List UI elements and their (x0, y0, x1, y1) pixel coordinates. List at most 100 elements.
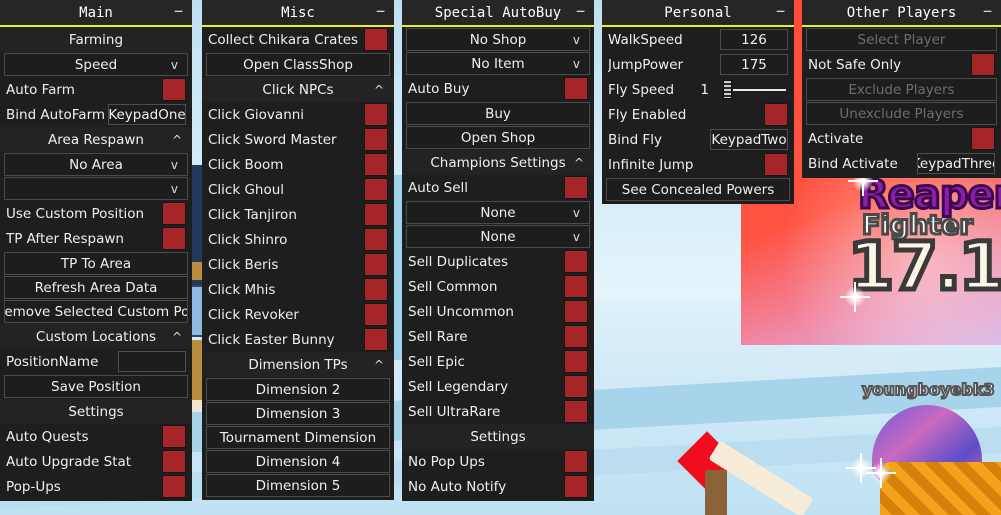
toggle-row-click-revoker[interactable]: Click Revoker (202, 302, 394, 327)
chevron-down-icon[interactable]: v (171, 182, 178, 196)
toggle-switch-click-boom[interactable] (364, 153, 388, 176)
toggle-switch-click-sword-master[interactable] (364, 128, 388, 151)
section-header-click-npcs[interactable]: Click NPCs ^ (202, 77, 394, 102)
toggle-row-sell-legendary[interactable]: Sell Legendary (402, 374, 594, 399)
toggle-row-fly-enabled[interactable]: Fly Enabled (602, 102, 794, 127)
input-row-jumppower[interactable]: JumpPower 175 (602, 52, 794, 77)
chevron-up-icon[interactable]: ^ (172, 133, 182, 147)
toggle-row-click-mhis[interactable]: Click Mhis (202, 277, 394, 302)
toggle-switch-sell-legendary[interactable] (564, 375, 588, 398)
input-row-walkspeed[interactable]: WalkSpeed 126 (602, 27, 794, 52)
toggle-row-sell-common[interactable]: Sell Common (402, 274, 594, 299)
input-row-positionname[interactable]: PositionName (0, 349, 192, 374)
minimize-icon[interactable]: − (376, 2, 385, 20)
chevron-down-icon[interactable]: v (573, 206, 580, 220)
button-buy[interactable]: Buy (406, 102, 590, 125)
toggle-switch-click-giovanni[interactable] (364, 103, 388, 126)
button-save-position[interactable]: Save Position (4, 375, 188, 398)
toggle-row-click-beris[interactable]: Click Beris (202, 252, 394, 277)
toggle-row-tp-after-respawn[interactable]: TP After Respawn (0, 226, 192, 251)
toggle-switch-tp-after-respawn[interactable] (162, 227, 186, 250)
section-header-custom-locations[interactable]: Custom Locations ^ (0, 324, 192, 349)
toggle-switch-auto-farm[interactable] (162, 78, 186, 101)
toggle-row-click-sword-master[interactable]: Click Sword Master (202, 127, 394, 152)
toggle-row-click-tanjiron[interactable]: Click Tanjiron (202, 202, 394, 227)
chevron-up-icon[interactable]: ^ (374, 83, 384, 97)
toggle-switch-click-shinro[interactable] (364, 228, 388, 251)
text-input-walkspeed[interactable]: 126 (720, 29, 788, 50)
toggle-row-sell-duplicates[interactable]: Sell Duplicates (402, 249, 594, 274)
toggle-row-sell-rare[interactable]: Sell Rare (402, 324, 594, 349)
toggle-switch-sell-common[interactable] (564, 275, 588, 298)
toggle-row-auto-buy[interactable]: Auto Buy (402, 76, 594, 101)
toggle-row-sell-epic[interactable]: Sell Epic (402, 349, 594, 374)
button-refresh-area-data[interactable]: Refresh Area Data (4, 276, 188, 299)
chevron-down-icon[interactable]: v (171, 158, 178, 172)
toggle-switch-use-custom-position[interactable] (162, 202, 186, 225)
button-tp-to-area[interactable]: TP To Area (4, 252, 188, 275)
toggle-switch-sell-rare[interactable] (564, 325, 588, 348)
toggle-row-auto-sell[interactable]: Auto Sell (402, 175, 594, 200)
toggle-switch-auto-sell[interactable] (564, 176, 588, 199)
button-unexclude-players[interactable]: Unexclude Players (806, 102, 997, 125)
toggle-switch-click-ghoul[interactable] (364, 178, 388, 201)
chevron-down-icon[interactable]: v (573, 33, 580, 47)
section-header-settings[interactable]: Settings (0, 399, 192, 424)
toggle-row-click-ghoul[interactable]: Click Ghoul (202, 177, 394, 202)
panel-titlebar-misc[interactable]: Misc − (202, 0, 394, 27)
toggle-row-sell-ultrarare[interactable]: Sell UltraRare (402, 399, 594, 424)
toggle-row-not-safe-only[interactable]: Not Safe Only (802, 52, 1001, 77)
keybind-value-bind-autofarm[interactable]: KeypadOne (108, 104, 186, 125)
button-select-player[interactable]: Select Player (806, 28, 997, 51)
toggle-row-use-custom-position[interactable]: Use Custom Position (0, 201, 192, 226)
section-header-champions-settings[interactable]: Champions Settings ^ (402, 150, 594, 175)
toggle-row-auto-quests[interactable]: Auto Quests (0, 424, 192, 449)
chevron-up-icon[interactable]: ^ (574, 156, 584, 170)
chevron-down-icon[interactable]: v (573, 230, 580, 244)
chevron-down-icon[interactable]: v (171, 58, 178, 72)
button-see-concealed-powers[interactable]: See Concealed Powers (606, 178, 790, 201)
toggle-switch-pop-ups[interactable] (162, 475, 186, 498)
button-dimension-5[interactable]: Dimension 5 (206, 474, 390, 497)
toggle-switch-auto-buy[interactable] (564, 77, 588, 100)
chevron-down-icon[interactable]: v (573, 57, 580, 71)
dropdown-none[interactable]: None v (406, 201, 590, 224)
toggle-switch-click-tanjiron[interactable] (364, 203, 388, 226)
toggle-row-click-boom[interactable]: Click Boom (202, 152, 394, 177)
minimize-icon[interactable]: − (174, 2, 183, 20)
button-dimension-2[interactable]: Dimension 2 (206, 378, 390, 401)
chevron-up-icon[interactable]: ^ (172, 330, 182, 344)
dropdown-speed[interactable]: Speed v (4, 53, 188, 76)
section-header-area-respawn[interactable]: Area Respawn ^ (0, 127, 192, 152)
dropdown-item[interactable]: v (4, 177, 188, 200)
toggle-switch-collect-chikara-crates[interactable] (364, 28, 388, 51)
toggle-switch-no-auto-notify[interactable] (564, 475, 588, 498)
toggle-switch-not-safe-only[interactable] (971, 53, 995, 76)
toggle-switch-auto-upgrade-stat[interactable] (162, 450, 186, 473)
toggle-switch-click-revoker[interactable] (364, 303, 388, 326)
slider-control-fly-speed[interactable] (721, 79, 788, 100)
keybind-value-bind-activate[interactable]: KeypadThree (917, 153, 995, 174)
toggle-switch-auto-quests[interactable] (162, 425, 186, 448)
dropdown-no-item[interactable]: No Item v (406, 52, 590, 75)
section-header-dimension-tps[interactable]: Dimension TPs ^ (202, 352, 394, 377)
keybind-row-bind-activate[interactable]: Bind Activate KeypadThree (802, 151, 1001, 176)
button-dimension-3[interactable]: Dimension 3 (206, 402, 390, 425)
keybind-value-bind-fly[interactable]: KeypadTwo (710, 129, 788, 150)
button-open-classshop[interactable]: Open ClassShop (206, 53, 390, 76)
section-header-settings[interactable]: Settings (402, 424, 594, 449)
dropdown-none[interactable]: None v (406, 225, 590, 248)
minimize-icon[interactable]: − (983, 2, 992, 20)
minimize-icon[interactable]: − (776, 2, 785, 20)
minimize-icon[interactable]: − (576, 2, 585, 20)
chevron-up-icon[interactable]: ^ (374, 358, 384, 372)
toggle-row-activate[interactable]: Activate (802, 126, 1001, 151)
toggle-switch-sell-ultrarare[interactable] (564, 400, 588, 423)
toggle-switch-click-mhis[interactable] (364, 278, 388, 301)
toggle-switch-no-pop-ups[interactable] (564, 450, 588, 473)
toggle-switch-click-easter-bunny[interactable] (364, 328, 388, 351)
toggle-row-no-pop-ups[interactable]: No Pop Ups (402, 449, 594, 474)
text-input-positionname[interactable] (118, 351, 186, 372)
toggle-row-pop-ups[interactable]: Pop-Ups (0, 474, 192, 499)
toggle-row-collect-chikara-crates[interactable]: Collect Chikara Crates (202, 27, 394, 52)
